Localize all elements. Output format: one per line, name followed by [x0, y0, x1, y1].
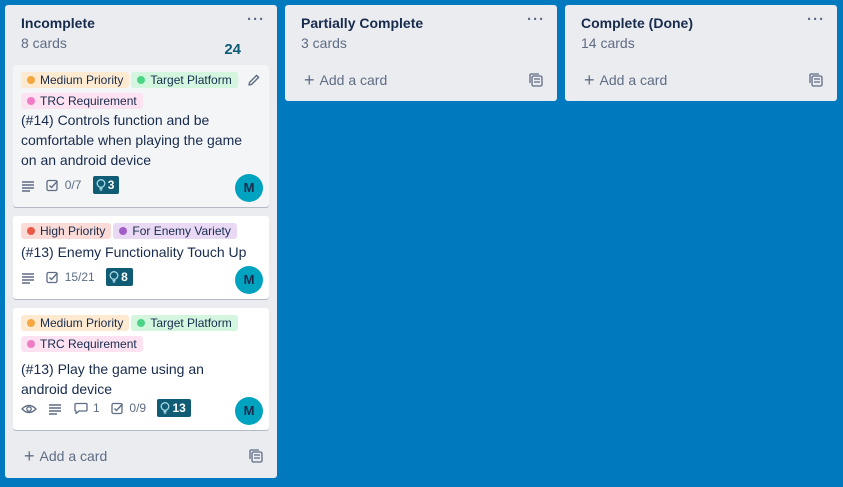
story-points-badge: 8: [106, 268, 133, 286]
label-trc-requirement[interactable]: TRC Requirement: [21, 93, 143, 109]
list-menu-button[interactable]: ···: [807, 11, 825, 28]
card[interactable]: High Priority For Enemy Variety (#13) Ene…: [13, 216, 269, 299]
story-points-badge: 13: [157, 399, 191, 417]
list-points-total: 24: [224, 41, 241, 58]
card[interactable]: Medium Priority Target Platform TRC Requir…: [13, 65, 269, 207]
plus-icon: +: [304, 70, 315, 90]
card[interactable]: Medium Priority Target Platform TRC Requir…: [13, 308, 269, 430]
list-header[interactable]: Complete (Done) 14 cards ···: [565, 5, 837, 61]
card-title: (#14) Controls function and be comfortab…: [21, 112, 243, 168]
checkbox-icon: [46, 179, 59, 192]
add-card-button[interactable]: + Add a card: [293, 66, 493, 94]
checklist-badge: 15/21: [46, 270, 95, 284]
watch-icon: [21, 401, 37, 415]
avatar[interactable]: M: [235, 266, 263, 294]
card-labels: Medium Priority Target Platform TRC Requir…: [21, 71, 245, 113]
board: Incomplete 8 cards 24 ··· Medium Priorit…: [0, 0, 843, 487]
description-icon: [21, 178, 35, 192]
list-menu-button[interactable]: ···: [247, 11, 265, 28]
list-title[interactable]: Partially Complete: [301, 14, 557, 32]
list-partially-complete: Partially Complete 3 cards ··· + Add a ca…: [285, 5, 557, 101]
plus-icon: +: [24, 446, 35, 466]
add-card-button[interactable]: + Add a card: [573, 66, 773, 94]
list-title[interactable]: Complete (Done): [581, 14, 837, 32]
label-for-enemy-variety[interactable]: For Enemy Variety: [113, 223, 237, 239]
comments-badge: 1: [74, 401, 100, 415]
card-title: (#13) Enemy Functionality Touch Up: [21, 244, 247, 260]
bulb-icon: [160, 402, 170, 414]
card-labels: Medium Priority Target Platform TRC Requir…: [21, 314, 245, 356]
checkbox-icon: [111, 402, 124, 415]
card-template-icon[interactable]: [529, 73, 543, 92]
plus-icon: +: [584, 70, 595, 90]
add-card-button[interactable]: + Add a card: [13, 442, 213, 470]
list-header[interactable]: Incomplete 8 cards 24 ···: [5, 5, 277, 61]
card-badges: 15/21 8: [21, 268, 133, 288]
card-labels: High Priority For Enemy Variety: [21, 222, 245, 243]
checklist-badge: 0/9: [111, 401, 146, 415]
list-complete-done: Complete (Done) 14 cards ··· + Add a card: [565, 5, 837, 101]
list-menu-button[interactable]: ···: [527, 11, 545, 28]
list-header[interactable]: Partially Complete 3 cards ···: [285, 5, 557, 61]
avatar[interactable]: M: [235, 174, 263, 202]
bulb-icon: [96, 179, 106, 191]
list-card-count: 3 cards: [301, 35, 347, 51]
card-title: (#13) Play the game using an android dev…: [21, 361, 204, 397]
card-badges: 1 0/9 13: [21, 399, 191, 419]
pencil-icon[interactable]: [247, 73, 261, 92]
label-medium-priority[interactable]: Medium Priority: [21, 72, 130, 88]
label-medium-priority[interactable]: Medium Priority: [21, 315, 130, 331]
list-title[interactable]: Incomplete: [21, 14, 277, 32]
card-template-icon[interactable]: [809, 73, 823, 92]
description-icon: [48, 401, 62, 415]
description-icon: [21, 270, 35, 284]
avatar[interactable]: M: [235, 397, 263, 425]
label-target-platform[interactable]: Target Platform: [131, 315, 238, 331]
checklist-badge: 0/7: [46, 178, 81, 192]
label-high-priority[interactable]: High Priority: [21, 223, 112, 239]
bulb-icon: [109, 271, 119, 283]
checkbox-icon: [46, 271, 59, 284]
list-card-count: 14 cards: [581, 35, 635, 51]
list-incomplete: Incomplete 8 cards 24 ··· Medium Priorit…: [5, 5, 277, 478]
label-target-platform[interactable]: Target Platform: [131, 72, 238, 88]
card-template-icon[interactable]: [249, 449, 263, 468]
label-trc-requirement[interactable]: TRC Requirement: [21, 336, 143, 352]
card-badges: 0/7 3: [21, 176, 120, 196]
story-points-badge: 3: [92, 176, 120, 194]
comment-icon: [74, 402, 88, 415]
